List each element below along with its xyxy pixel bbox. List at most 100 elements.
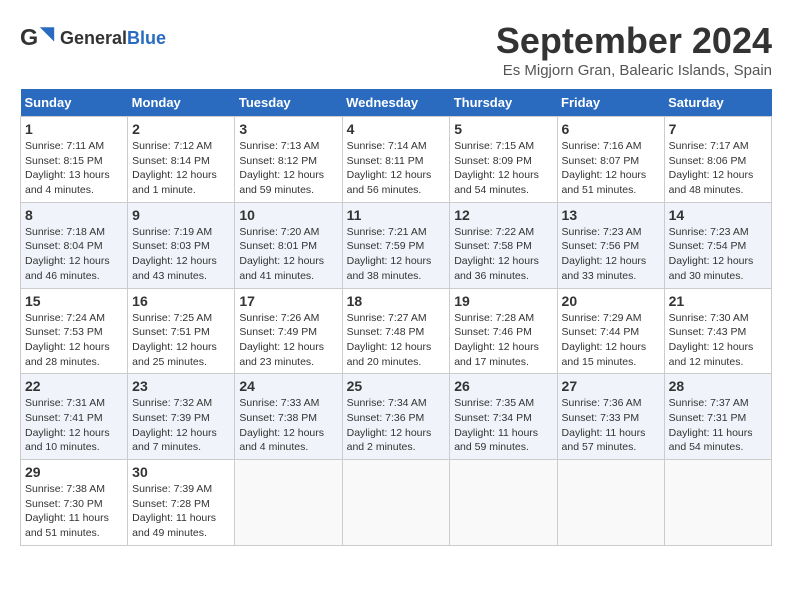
- day-info: Sunrise: 7:25 AM Sunset: 7:51 PM Dayligh…: [132, 311, 230, 370]
- day-info: Sunrise: 7:22 AM Sunset: 7:58 PM Dayligh…: [454, 225, 552, 284]
- table-row: 24 Sunrise: 7:33 AM Sunset: 7:38 PM Dayl…: [235, 374, 342, 460]
- month-title: September 2024: [496, 20, 772, 62]
- day-info: Sunrise: 7:33 AM Sunset: 7:38 PM Dayligh…: [239, 396, 337, 455]
- day-number: 17: [239, 293, 337, 309]
- table-row: 8 Sunrise: 7:18 AM Sunset: 8:04 PM Dayli…: [21, 202, 128, 288]
- day-number: 2: [132, 121, 230, 137]
- calendar-table: Sunday Monday Tuesday Wednesday Thursday…: [20, 89, 772, 546]
- calendar-week-row: 8 Sunrise: 7:18 AM Sunset: 8:04 PM Dayli…: [21, 202, 772, 288]
- day-info: Sunrise: 7:30 AM Sunset: 7:43 PM Dayligh…: [669, 311, 767, 370]
- table-row: 22 Sunrise: 7:31 AM Sunset: 7:41 PM Dayl…: [21, 374, 128, 460]
- table-row: 28 Sunrise: 7:37 AM Sunset: 7:31 PM Dayl…: [664, 374, 771, 460]
- header-sunday: Sunday: [21, 89, 128, 117]
- day-number: 29: [25, 464, 123, 480]
- table-row: 4 Sunrise: 7:14 AM Sunset: 8:11 PM Dayli…: [342, 117, 450, 203]
- svg-text:G: G: [20, 24, 38, 50]
- day-info: Sunrise: 7:15 AM Sunset: 8:09 PM Dayligh…: [454, 139, 552, 198]
- table-row: 21 Sunrise: 7:30 AM Sunset: 7:43 PM Dayl…: [664, 288, 771, 374]
- table-row: 30 Sunrise: 7:39 AM Sunset: 7:28 PM Dayl…: [128, 460, 235, 546]
- day-info: Sunrise: 7:12 AM Sunset: 8:14 PM Dayligh…: [132, 139, 230, 198]
- header-wednesday: Wednesday: [342, 89, 450, 117]
- location: Es Migjorn Gran, Balearic Islands, Spain: [496, 62, 772, 79]
- day-number: 8: [25, 207, 123, 223]
- table-row: 19 Sunrise: 7:28 AM Sunset: 7:46 PM Dayl…: [450, 288, 557, 374]
- logo-icon: G: [20, 20, 56, 56]
- day-info: Sunrise: 7:17 AM Sunset: 8:06 PM Dayligh…: [669, 139, 767, 198]
- day-info: Sunrise: 7:31 AM Sunset: 7:41 PM Dayligh…: [25, 396, 123, 455]
- day-info: Sunrise: 7:19 AM Sunset: 8:03 PM Dayligh…: [132, 225, 230, 284]
- calendar-week-row: 22 Sunrise: 7:31 AM Sunset: 7:41 PM Dayl…: [21, 374, 772, 460]
- table-row: 9 Sunrise: 7:19 AM Sunset: 8:03 PM Dayli…: [128, 202, 235, 288]
- empty-cell: [664, 460, 771, 546]
- day-info: Sunrise: 7:18 AM Sunset: 8:04 PM Dayligh…: [25, 225, 123, 284]
- day-info: Sunrise: 7:13 AM Sunset: 8:12 PM Dayligh…: [239, 139, 337, 198]
- day-info: Sunrise: 7:28 AM Sunset: 7:46 PM Dayligh…: [454, 311, 552, 370]
- day-number: 14: [669, 207, 767, 223]
- empty-cell: [450, 460, 557, 546]
- table-row: 23 Sunrise: 7:32 AM Sunset: 7:39 PM Dayl…: [128, 374, 235, 460]
- empty-cell: [342, 460, 450, 546]
- table-row: 12 Sunrise: 7:22 AM Sunset: 7:58 PM Dayl…: [450, 202, 557, 288]
- day-info: Sunrise: 7:37 AM Sunset: 7:31 PM Dayligh…: [669, 396, 767, 455]
- header-thursday: Thursday: [450, 89, 557, 117]
- day-info: Sunrise: 7:36 AM Sunset: 7:33 PM Dayligh…: [562, 396, 660, 455]
- table-row: 14 Sunrise: 7:23 AM Sunset: 7:54 PM Dayl…: [664, 202, 771, 288]
- day-number: 9: [132, 207, 230, 223]
- day-info: Sunrise: 7:20 AM Sunset: 8:01 PM Dayligh…: [239, 225, 337, 284]
- title-area: September 2024 Es Migjorn Gran, Balearic…: [496, 20, 772, 79]
- empty-cell: [235, 460, 342, 546]
- day-number: 13: [562, 207, 660, 223]
- day-number: 19: [454, 293, 552, 309]
- table-row: 5 Sunrise: 7:15 AM Sunset: 8:09 PM Dayli…: [450, 117, 557, 203]
- table-row: 17 Sunrise: 7:26 AM Sunset: 7:49 PM Dayl…: [235, 288, 342, 374]
- day-number: 30: [132, 464, 230, 480]
- day-number: 3: [239, 121, 337, 137]
- table-row: 15 Sunrise: 7:24 AM Sunset: 7:53 PM Dayl…: [21, 288, 128, 374]
- calendar-header-row: Sunday Monday Tuesday Wednesday Thursday…: [21, 89, 772, 117]
- day-number: 22: [25, 378, 123, 394]
- table-row: 18 Sunrise: 7:27 AM Sunset: 7:48 PM Dayl…: [342, 288, 450, 374]
- day-info: Sunrise: 7:35 AM Sunset: 7:34 PM Dayligh…: [454, 396, 552, 455]
- day-info: Sunrise: 7:34 AM Sunset: 7:36 PM Dayligh…: [347, 396, 446, 455]
- table-row: 27 Sunrise: 7:36 AM Sunset: 7:33 PM Dayl…: [557, 374, 664, 460]
- day-info: Sunrise: 7:23 AM Sunset: 7:56 PM Dayligh…: [562, 225, 660, 284]
- day-number: 25: [347, 378, 446, 394]
- day-number: 11: [347, 207, 446, 223]
- calendar-week-row: 29 Sunrise: 7:38 AM Sunset: 7:30 PM Dayl…: [21, 460, 772, 546]
- day-info: Sunrise: 7:14 AM Sunset: 8:11 PM Dayligh…: [347, 139, 446, 198]
- table-row: 2 Sunrise: 7:12 AM Sunset: 8:14 PM Dayli…: [128, 117, 235, 203]
- day-info: Sunrise: 7:26 AM Sunset: 7:49 PM Dayligh…: [239, 311, 337, 370]
- empty-cell: [557, 460, 664, 546]
- day-number: 1: [25, 121, 123, 137]
- logo: G GeneralBlue: [20, 20, 166, 56]
- day-number: 26: [454, 378, 552, 394]
- day-number: 28: [669, 378, 767, 394]
- day-info: Sunrise: 7:29 AM Sunset: 7:44 PM Dayligh…: [562, 311, 660, 370]
- day-number: 18: [347, 293, 446, 309]
- day-info: Sunrise: 7:11 AM Sunset: 8:15 PM Dayligh…: [25, 139, 123, 198]
- day-info: Sunrise: 7:21 AM Sunset: 7:59 PM Dayligh…: [347, 225, 446, 284]
- table-row: 11 Sunrise: 7:21 AM Sunset: 7:59 PM Dayl…: [342, 202, 450, 288]
- table-row: 16 Sunrise: 7:25 AM Sunset: 7:51 PM Dayl…: [128, 288, 235, 374]
- table-row: 6 Sunrise: 7:16 AM Sunset: 8:07 PM Dayli…: [557, 117, 664, 203]
- day-info: Sunrise: 7:23 AM Sunset: 7:54 PM Dayligh…: [669, 225, 767, 284]
- table-row: 29 Sunrise: 7:38 AM Sunset: 7:30 PM Dayl…: [21, 460, 128, 546]
- day-number: 15: [25, 293, 123, 309]
- day-number: 6: [562, 121, 660, 137]
- header-friday: Friday: [557, 89, 664, 117]
- day-number: 12: [454, 207, 552, 223]
- table-row: 25 Sunrise: 7:34 AM Sunset: 7:36 PM Dayl…: [342, 374, 450, 460]
- table-row: 3 Sunrise: 7:13 AM Sunset: 8:12 PM Dayli…: [235, 117, 342, 203]
- day-info: Sunrise: 7:38 AM Sunset: 7:30 PM Dayligh…: [25, 482, 123, 541]
- day-number: 20: [562, 293, 660, 309]
- table-row: 13 Sunrise: 7:23 AM Sunset: 7:56 PM Dayl…: [557, 202, 664, 288]
- table-row: 20 Sunrise: 7:29 AM Sunset: 7:44 PM Dayl…: [557, 288, 664, 374]
- table-row: 26 Sunrise: 7:35 AM Sunset: 7:34 PM Dayl…: [450, 374, 557, 460]
- table-row: 7 Sunrise: 7:17 AM Sunset: 8:06 PM Dayli…: [664, 117, 771, 203]
- header-tuesday: Tuesday: [235, 89, 342, 117]
- day-number: 4: [347, 121, 446, 137]
- header-monday: Monday: [128, 89, 235, 117]
- day-number: 10: [239, 207, 337, 223]
- table-row: 10 Sunrise: 7:20 AM Sunset: 8:01 PM Dayl…: [235, 202, 342, 288]
- header-saturday: Saturday: [664, 89, 771, 117]
